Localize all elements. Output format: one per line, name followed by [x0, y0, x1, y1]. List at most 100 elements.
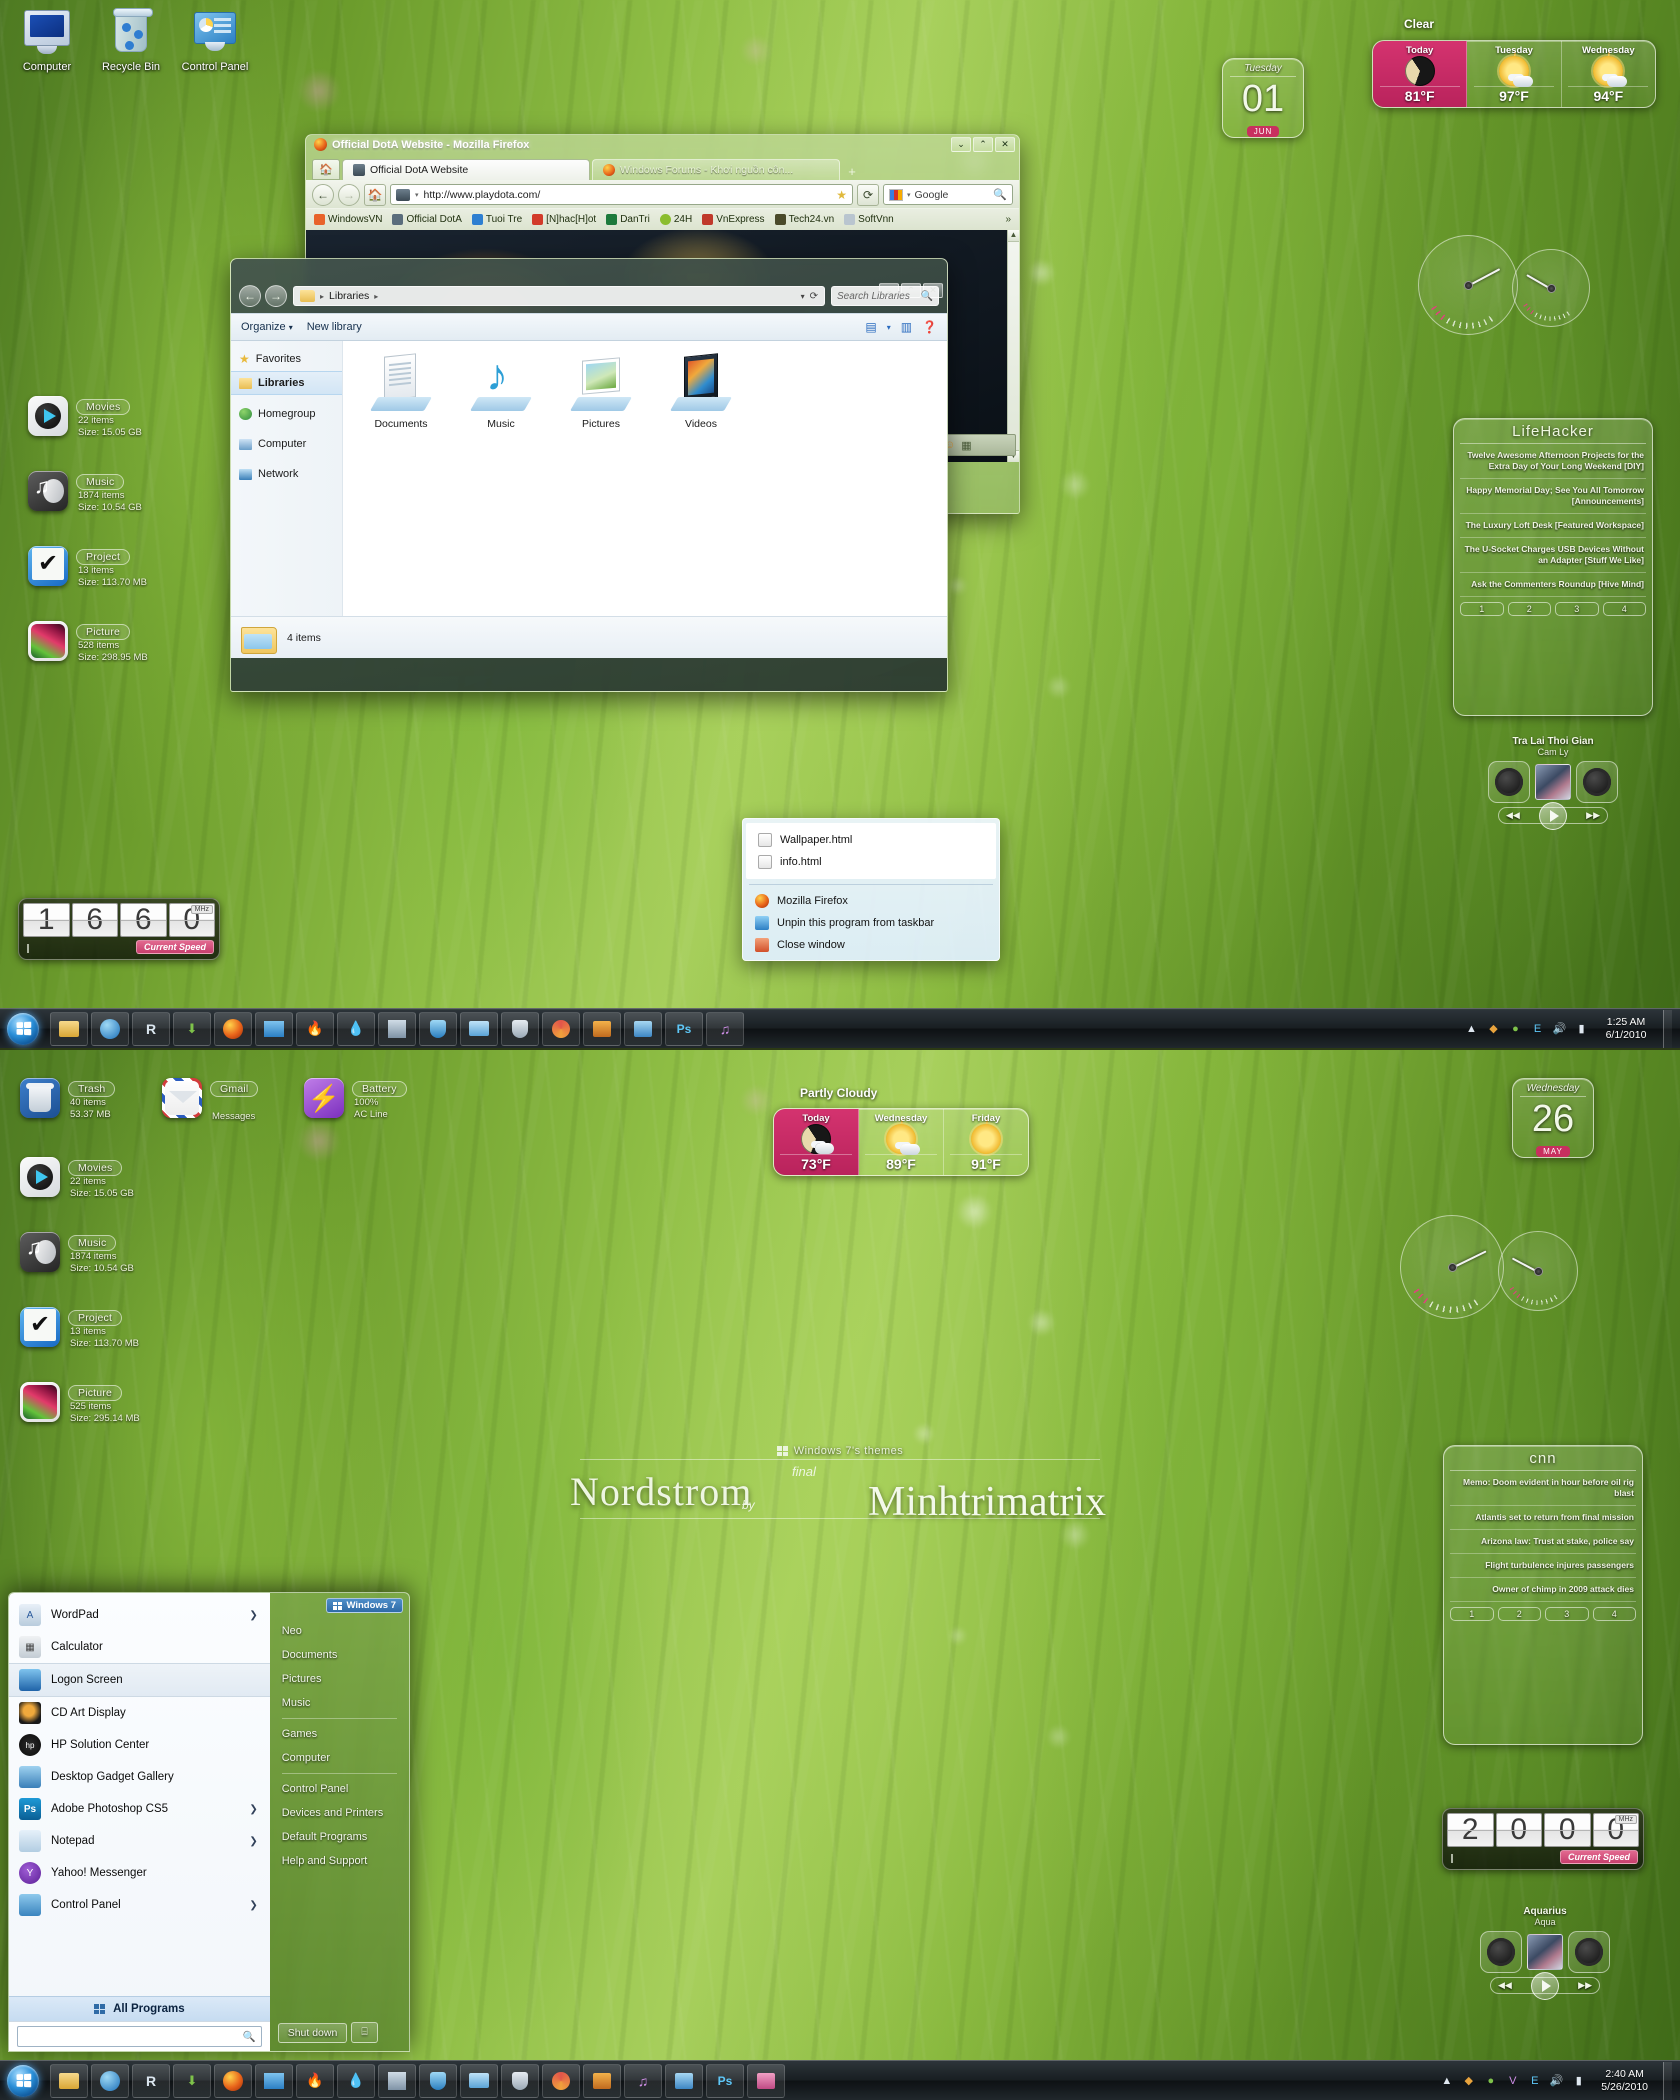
- feed-page-button[interactable]: 4: [1592, 1607, 1636, 1621]
- taskbar-security-icon[interactable]: [501, 2063, 539, 2098]
- start-item-yahoo-messenger[interactable]: Y Yahoo! Messenger: [9, 1857, 270, 1889]
- taskbar-orange-app-icon[interactable]: [583, 2063, 621, 2098]
- bookmark-tuoi-tre[interactable]: Tuoi Tre: [471, 214, 522, 225]
- help-icon[interactable]: ❓: [922, 320, 937, 334]
- explorer-back-button[interactable]: ←: [239, 285, 261, 307]
- show-desktop-button[interactable]: [1663, 2061, 1672, 2100]
- taskbar-burn-icon[interactable]: [542, 1011, 580, 1046]
- player-next-button[interactable]: ▶▶: [1578, 1980, 1592, 1991]
- home-tab-icon[interactable]: 🏠: [312, 159, 340, 180]
- feed-page-button[interactable]: 3: [1555, 602, 1599, 616]
- scroll-up-arrow-icon[interactable]: ▲: [1008, 230, 1019, 242]
- jumplist-item-mozilla-firefox[interactable]: Mozilla Firefox: [743, 890, 999, 912]
- file-gadget-gmail[interactable]: Gmail Messages: [162, 1078, 259, 1123]
- jumplist-item-wallpaper-html[interactable]: Wallpaper.html: [746, 829, 996, 851]
- start-menu-search-row[interactable]: 🔍: [9, 2021, 270, 2051]
- taskbar-shield-app-icon[interactable]: [419, 2063, 457, 2098]
- jumplist-item-close-window[interactable]: Close window: [743, 934, 999, 956]
- play-icon[interactable]: [1539, 801, 1567, 830]
- nav-item-favorites[interactable]: ★ Favorites: [231, 347, 342, 371]
- feed-page-button[interactable]: 2: [1507, 602, 1551, 616]
- start-item-logon-screen[interactable]: Logon Screen: [9, 1663, 270, 1697]
- feed-item[interactable]: The U-Socket Charges USB Devices Without…: [1460, 538, 1646, 573]
- start-button-top[interactable]: [0, 1010, 46, 1048]
- jumplist-item-unpin[interactable]: Unpin this program from taskbar: [743, 912, 999, 934]
- file-gadget-battery[interactable]: Battery 100% AC Line: [304, 1078, 407, 1120]
- taskbar-folder-icon[interactable]: [460, 2063, 498, 2098]
- taskbar-photoshop-icon[interactable]: Ps: [665, 1011, 703, 1046]
- home-button[interactable]: 🏠: [364, 183, 386, 206]
- preview-pane-icon[interactable]: ▥: [901, 320, 912, 334]
- explorer-toolbar[interactable]: Organize ▾ New library ▤ ▾ ▥ ❓: [231, 313, 947, 341]
- feed-item[interactable]: Ask the Commenters Roundup [Hive Mind]: [1460, 573, 1646, 597]
- start-menu-shutdown-row[interactable]: Shut down ⌸: [270, 2016, 409, 2051]
- feed-page-button[interactable]: 3: [1545, 1607, 1589, 1621]
- taskbar-droplet-icon[interactable]: 💧: [337, 1011, 375, 1046]
- bookmark-nhachot[interactable]: [N]hac[H]ot: [532, 214, 596, 225]
- taskbar-firefox-icon[interactable]: [214, 2063, 252, 2098]
- search-input[interactable]: Search Libraries 🔍: [831, 286, 939, 306]
- desktop-icon-recycle-bin[interactable]: Recycle Bin: [92, 6, 170, 74]
- player-prev-button[interactable]: ◀◀: [1498, 1980, 1512, 1991]
- taskbar-r-app-icon[interactable]: R: [132, 2063, 170, 2098]
- page-toolbar-strip[interactable]: ☺ ▦: [936, 434, 1016, 456]
- start-place-default-programs[interactable]: Default Programs: [270, 1825, 409, 1849]
- all-programs-button[interactable]: All Programs: [9, 1996, 270, 2021]
- grid-icon[interactable]: ▦: [961, 439, 971, 452]
- explorer-window[interactable]: ⌄ ⌃ ✕ ← → ▸ Libraries ▸ ▾ ⟳ Search Libra…: [230, 258, 948, 692]
- start-menu[interactable]: A WordPad ❯ ▦ Calculator Logon Screen CD…: [8, 1592, 410, 2052]
- start-place-computer[interactable]: Computer: [270, 1746, 409, 1770]
- taskbar-folder-icon[interactable]: [460, 1011, 498, 1046]
- start-item-calculator[interactable]: ▦ Calculator: [9, 1631, 270, 1663]
- chevron-right-icon[interactable]: ❯: [249, 1610, 257, 1621]
- bookmark-windowsvn[interactable]: WindowsVN: [314, 214, 382, 225]
- organize-button[interactable]: Organize ▾: [241, 321, 293, 333]
- player-prev-button[interactable]: ◀◀: [1506, 810, 1520, 821]
- bookmarks-overflow-button[interactable]: »: [1005, 214, 1011, 225]
- file-gadget-movies-bottom[interactable]: Movies 22 items Size: 15.05 GB: [20, 1157, 134, 1199]
- antivirus-icon[interactable]: ◆: [1486, 1021, 1501, 1036]
- music-player-gadget-top[interactable]: Tra Lai Thoi Gian Cam Ly ◀◀ ▶▶: [1478, 736, 1628, 830]
- start-item-cd-art-display[interactable]: CD Art Display: [9, 1697, 270, 1729]
- bookmark-tech24[interactable]: Tech24.vn: [774, 214, 834, 225]
- player-next-button[interactable]: ▶▶: [1586, 810, 1600, 821]
- bookmark-star-icon[interactable]: ★: [836, 188, 847, 202]
- taskbar-buttons-bottom[interactable]: R ⬇ 🔥 💧 ♫ Ps: [46, 2063, 785, 2098]
- taskbar-media-player-icon[interactable]: [91, 2063, 129, 2098]
- feed-page-button[interactable]: 1: [1460, 602, 1504, 616]
- file-gadget-music-bottom[interactable]: Music 1874 items Size: 10.54 GB: [20, 1232, 134, 1274]
- bookmark-dantri[interactable]: DanTri: [606, 214, 650, 225]
- cpu-speed-gadget-top[interactable]: 1 6 6 0 MHz Current Speed: [18, 898, 220, 960]
- start-menu-places-pane[interactable]: Windows 7 Neo Documents Pictures Music G…: [270, 1593, 409, 2051]
- start-item-control-panel[interactable]: Control Panel ❯: [9, 1889, 270, 1921]
- taskbar-clock-bottom[interactable]: 2:40 AM 5/26/2010: [1593, 2068, 1656, 2094]
- breadcrumb-current[interactable]: Libraries: [329, 290, 369, 302]
- search-icon[interactable]: 🔍: [243, 2030, 256, 2043]
- taskbar-firefox-icon[interactable]: [214, 1011, 252, 1046]
- library-item-music[interactable]: ♪ Music: [461, 353, 541, 430]
- explorer-addressbar-row[interactable]: ← → ▸ Libraries ▸ ▾ ⟳ Search Libraries 🔍: [231, 279, 947, 313]
- taskbar-explorer-icon[interactable]: [50, 1011, 88, 1046]
- start-place-control-panel[interactable]: Control Panel: [270, 1777, 409, 1801]
- taskbar-blue-app-icon[interactable]: [665, 2063, 703, 2098]
- file-gadget-project[interactable]: Project 13 items Size: 113.70 MB: [28, 546, 147, 588]
- search-icon[interactable]: 🔍: [921, 291, 933, 302]
- bookmark-vnexpress[interactable]: VnExpress: [702, 214, 765, 225]
- volume-icon[interactable]: 🔊: [1552, 1021, 1567, 1036]
- feed-page-button[interactable]: 4: [1602, 602, 1646, 616]
- taskbar-burn-icon[interactable]: [542, 2063, 580, 2098]
- forward-button[interactable]: →: [338, 183, 360, 206]
- search-input[interactable]: 🔍: [17, 2026, 262, 2047]
- jumplist-item-info-html[interactable]: info.html: [746, 851, 996, 873]
- new-tab-button[interactable]: +: [842, 162, 862, 180]
- user-tile-tag[interactable]: Windows 7: [326, 1598, 403, 1613]
- start-place-help-and-support[interactable]: Help and Support: [270, 1849, 409, 1873]
- maximize-button[interactable]: ⌃: [973, 137, 993, 152]
- close-button[interactable]: ✕: [995, 137, 1015, 152]
- taskbar-r-app-icon[interactable]: R: [132, 1011, 170, 1046]
- bookmark-official-dota[interactable]: Official DotA: [392, 214, 462, 225]
- feed-item[interactable]: Atlantis set to return from final missio…: [1450, 1506, 1636, 1530]
- taskbar-downloads-icon[interactable]: ⬇: [173, 2063, 211, 2098]
- taskbar-paint-icon[interactable]: [378, 1011, 416, 1046]
- network-icon[interactable]: ▮: [1574, 1021, 1589, 1036]
